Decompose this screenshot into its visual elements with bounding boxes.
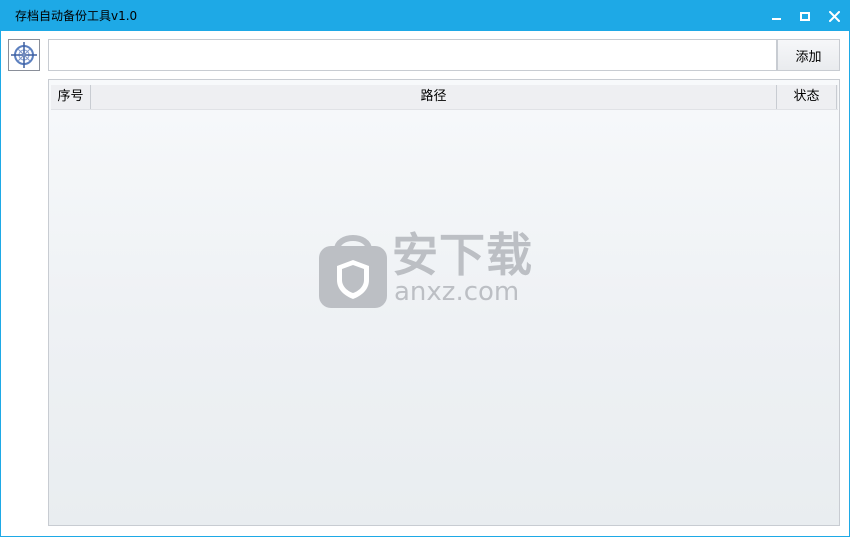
close-icon xyxy=(828,10,840,22)
watermark-text-en: anxz.com xyxy=(394,277,520,307)
title-bar[interactable]: 存档自动备份工具v1.0 xyxy=(1,1,849,31)
app-window: 存档自动备份工具v1.0 添加 序号 路径 状态 安下载 anxz.com xyxy=(0,0,850,537)
path-input[interactable] xyxy=(48,39,777,71)
table-header: 序号 路径 状态 xyxy=(51,85,838,110)
app-logo[interactable] xyxy=(8,39,40,71)
shield-bag-icon xyxy=(319,235,387,308)
window-title: 存档自动备份工具v1.0 xyxy=(15,9,138,23)
column-header-status[interactable]: 状态 xyxy=(777,85,837,109)
backup-table[interactable]: 序号 路径 状态 安下载 anxz.com xyxy=(48,79,840,526)
watermark: 安下载 anxz.com xyxy=(317,228,547,312)
watermark-text-cn: 安下载 xyxy=(392,228,533,282)
crosshair-compass-icon xyxy=(11,42,37,68)
column-header-index[interactable]: 序号 xyxy=(51,85,91,109)
maximize-icon xyxy=(800,11,810,21)
add-button[interactable]: 添加 xyxy=(777,39,840,71)
column-header-path[interactable]: 路径 xyxy=(91,85,777,109)
minimize-icon xyxy=(771,18,781,20)
close-button[interactable] xyxy=(819,1,849,31)
maximize-button[interactable] xyxy=(790,1,820,31)
minimize-button[interactable] xyxy=(761,1,791,31)
